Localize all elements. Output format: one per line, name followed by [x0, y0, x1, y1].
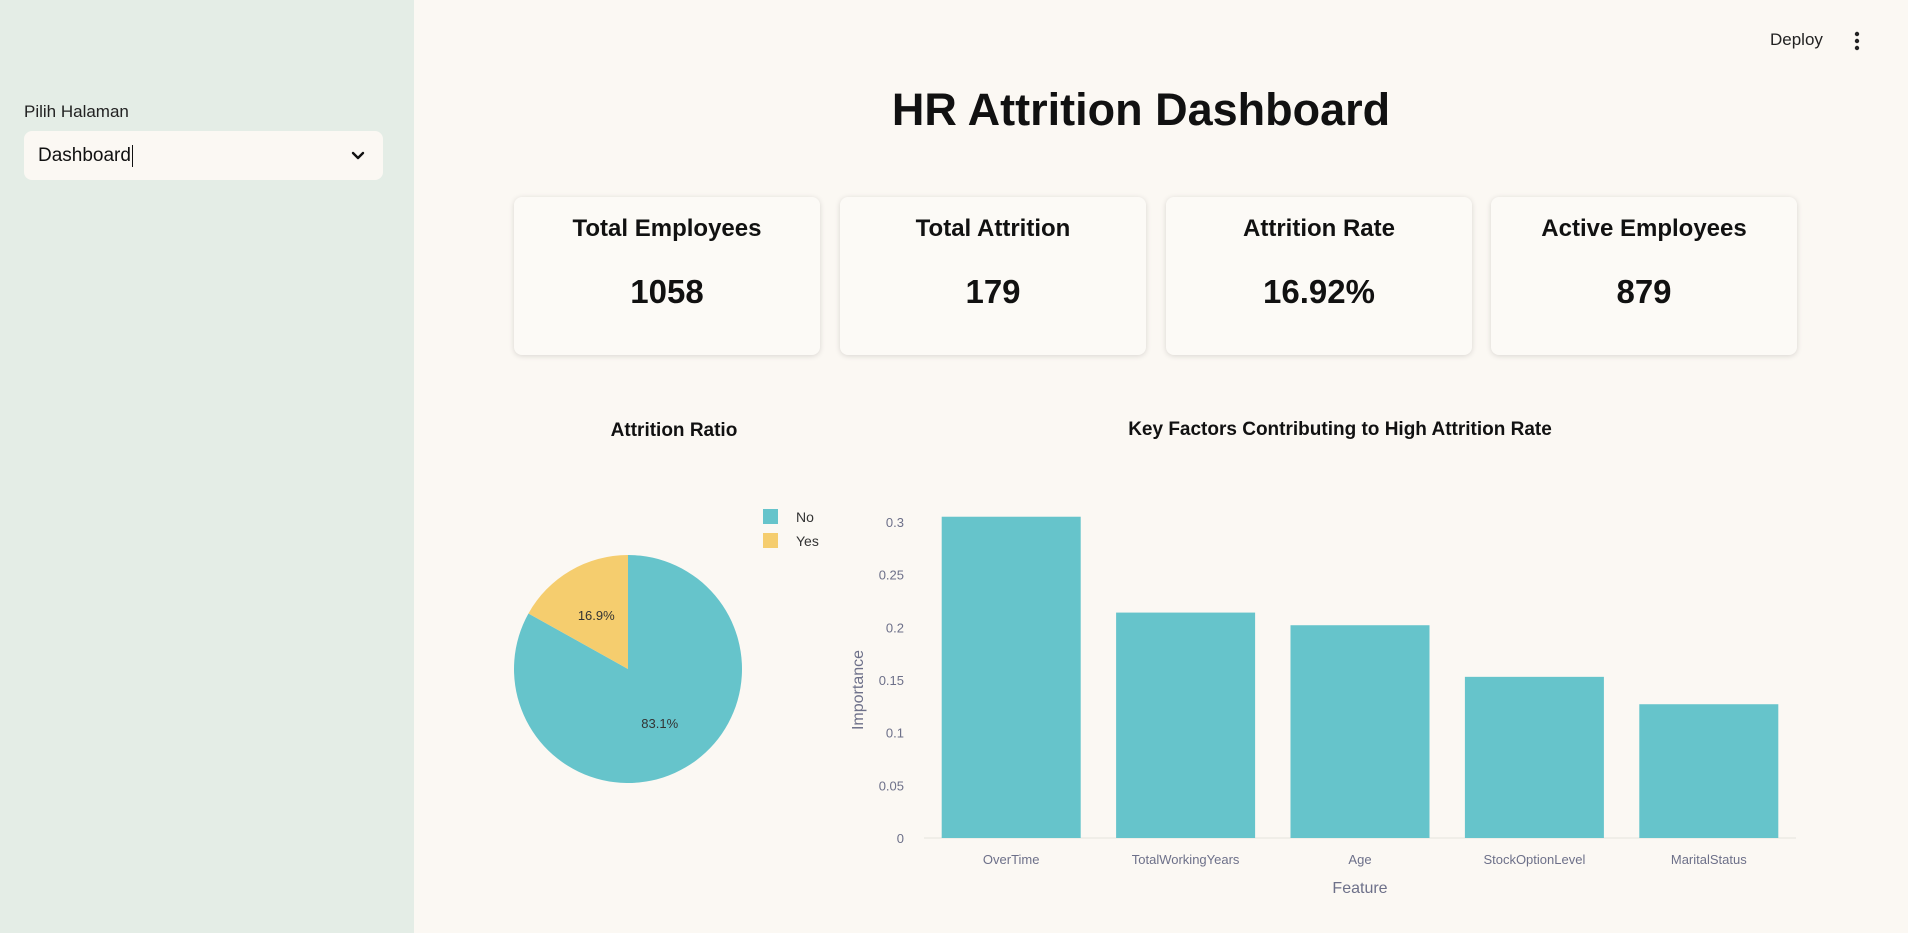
x-tick-label: MaritalStatus — [1671, 852, 1747, 867]
legend-label-no[interactable]: No — [796, 509, 814, 525]
y-tick-label: 0.15 — [879, 673, 904, 688]
deploy-button[interactable]: Deploy — [1770, 30, 1823, 50]
bar-maritalstatus[interactable] — [1639, 704, 1779, 838]
x-axis-label: Feature — [1332, 880, 1387, 897]
y-tick-label: 0.1 — [886, 726, 904, 741]
sidebar: Pilih Halaman Dashboard — [0, 0, 414, 933]
bar-age[interactable] — [1290, 625, 1430, 838]
bar-chart-title: Key Factors Contributing to High Attriti… — [1128, 419, 1552, 440]
legend-label-yes[interactable]: Yes — [796, 533, 819, 549]
page-select-value: Dashboard — [38, 144, 131, 166]
x-tick-label: Age — [1348, 852, 1371, 867]
metric-value: 16.92% — [1263, 273, 1375, 310]
vertical-ellipsis-icon[interactable] — [1850, 30, 1864, 52]
metric-label: Attrition Rate — [1243, 215, 1395, 242]
legend-swatch — [763, 533, 778, 548]
y-axis-label: Importance — [850, 650, 867, 730]
pie-chart-title: Attrition Ratio — [610, 420, 738, 441]
page-select-label: Pilih Halaman — [24, 102, 129, 121]
bar-totalworkingyears[interactable] — [1116, 612, 1256, 838]
metric-label: Total Attrition — [915, 215, 1071, 242]
bar-stockoptionlevel[interactable] — [1464, 676, 1604, 838]
metric-value: 179 — [965, 273, 1021, 310]
pie-data-label: 16.9% — [578, 608, 615, 623]
pie-data-label: 83.1% — [641, 716, 678, 731]
y-tick-label: 0.25 — [879, 568, 904, 583]
metric-value: 879 — [1616, 273, 1672, 310]
page-title: HR Attrition Dashboard — [891, 84, 1391, 135]
y-tick-label: 0.3 — [886, 515, 904, 530]
chevron-down-icon — [351, 151, 365, 160]
y-tick-label: 0.2 — [886, 620, 904, 635]
x-tick-label: TotalWorkingYears — [1132, 852, 1240, 867]
metric-label: Active Employees — [1541, 215, 1747, 242]
metric-label: Total Employees — [572, 215, 762, 242]
x-tick-label: StockOptionLevel — [1483, 852, 1585, 867]
bar-overtime[interactable] — [941, 516, 1081, 838]
y-tick-label: 0.05 — [879, 778, 904, 793]
page-select[interactable]: Dashboard — [24, 131, 383, 180]
metric-card-total-employees: Total Employees 1058 — [514, 197, 820, 355]
metric-card-active-employees: Active Employees 879 — [1491, 197, 1797, 355]
text-cursor — [131, 144, 133, 167]
pie-chart: 83.1% 16.9% No Yes — [514, 509, 819, 783]
metric-card-total-attrition: Total Attrition 179 — [840, 197, 1146, 355]
x-tick-label: OverTime — [983, 852, 1040, 867]
legend-swatch — [763, 509, 778, 524]
metric-card-attrition-rate: Attrition Rate 16.92% — [1166, 197, 1472, 355]
bar-chart: 0 0.05 0.1 0.15 0.2 0.25 0.3 Importance OverTime… — [850, 515, 1796, 897]
y-tick-label: 0 — [897, 831, 904, 846]
metric-value: 1058 — [630, 273, 704, 310]
